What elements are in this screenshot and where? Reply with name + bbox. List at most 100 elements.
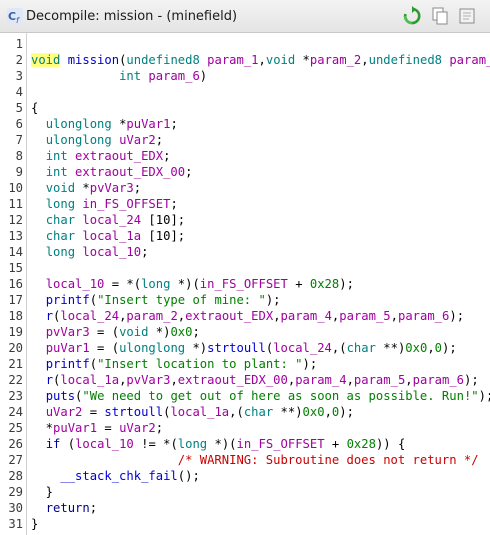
code-token[interactable]: r <box>46 309 53 323</box>
code-text[interactable]: r(local_24,param_2,extraout_EDX,param_4,… <box>31 308 464 324</box>
code-token[interactable] <box>31 133 46 147</box>
code-token[interactable]: ; <box>90 501 97 515</box>
code-token[interactable]: ); <box>339 405 354 419</box>
code-token[interactable]: void <box>31 53 61 67</box>
code-token[interactable]: ; <box>192 325 199 339</box>
code-token[interactable] <box>68 149 75 163</box>
code-token[interactable]: 0x0 <box>405 341 427 355</box>
code-text[interactable]: uVar2 = strtoull(local_1a,(char **)0x0,0… <box>31 404 354 420</box>
snapshot-icon[interactable] <box>458 6 478 26</box>
code-token[interactable]: local_1a <box>82 229 141 243</box>
code-token[interactable]: ( <box>60 437 75 451</box>
code-token[interactable]: return <box>46 501 90 515</box>
code-token[interactable]: ; <box>170 197 177 211</box>
code-token[interactable]: ; <box>141 245 148 259</box>
code-token[interactable]: ; <box>134 181 141 195</box>
code-text[interactable]: void *pvVar3; <box>31 180 141 196</box>
code-token[interactable] <box>31 437 46 451</box>
code-token[interactable]: *)( <box>207 437 236 451</box>
code-line[interactable]: 30 return; <box>0 500 490 516</box>
code-token[interactable] <box>31 69 119 83</box>
code-token[interactable]: ,( <box>332 341 347 355</box>
code-token[interactable]: , <box>273 309 280 323</box>
code-token[interactable]: "We need to get out of here as soon as p… <box>82 389 478 403</box>
code-token[interactable]: local_1a <box>60 373 119 387</box>
code-token[interactable]: local_1a <box>170 405 229 419</box>
code-token[interactable]: = <box>97 421 119 435</box>
code-token[interactable]: = ( <box>90 325 119 339</box>
code-line[interactable]: 21 printf("Insert location to plant: "); <box>0 356 490 372</box>
code-token[interactable]: ); <box>442 341 457 355</box>
code-token[interactable] <box>31 389 46 403</box>
code-token[interactable]: strtoull <box>104 405 163 419</box>
code-token[interactable]: ( <box>90 357 97 371</box>
code-token[interactable]: param_6 <box>398 309 449 323</box>
code-text[interactable]: local_10 = *(long *)(in_FS_OFFSET + 0x28… <box>31 276 354 292</box>
code-text[interactable]: pvVar3 = (void *)0x0; <box>31 324 200 340</box>
code-token[interactable]: ( <box>90 293 97 307</box>
code-token[interactable]: param_4 <box>281 309 332 323</box>
code-text[interactable]: /* WARNING: Subroutine does not return *… <box>31 452 479 468</box>
code-token[interactable]: 0 <box>435 341 442 355</box>
code-token[interactable]: **) <box>376 341 405 355</box>
code-token[interactable]: "Insert type of mine: " <box>97 293 266 307</box>
code-token[interactable]: ; <box>156 421 163 435</box>
code-token[interactable]: [10]; <box>141 229 185 243</box>
code-token[interactable]: int <box>46 149 68 163</box>
code-token[interactable]: ); <box>479 389 490 403</box>
code-token[interactable]: pvVar3 <box>90 181 134 195</box>
code-token[interactable]: ; <box>163 149 170 163</box>
code-text[interactable]: int extraout_EDX; <box>31 148 171 164</box>
code-token[interactable]: extraout_EDX_00 <box>178 373 288 387</box>
code-token[interactable]: char <box>244 405 273 419</box>
code-token[interactable]: void <box>119 325 148 339</box>
code-token[interactable]: , <box>427 341 434 355</box>
code-token[interactable]: , <box>259 53 266 67</box>
code-token[interactable]: ); <box>303 357 318 371</box>
code-token[interactable]: long <box>46 245 75 259</box>
code-token[interactable]: ); <box>339 277 354 291</box>
code-line[interactable]: 22 r(local_1a,pvVar3,extraout_EDX_00,par… <box>0 372 490 388</box>
code-token[interactable]: in_FS_OFFSET <box>200 277 288 291</box>
code-token[interactable]: * <box>75 181 89 195</box>
code-token[interactable]: ulonglong <box>46 117 112 131</box>
code-token[interactable]: extraout_EDX <box>75 149 163 163</box>
code-token[interactable] <box>31 277 46 291</box>
code-line[interactable]: 14 long local_10; <box>0 244 490 260</box>
code-token[interactable]: = *( <box>104 277 141 291</box>
code-text[interactable]: printf("Insert location to plant: "); <box>31 356 318 372</box>
code-token[interactable]: ) <box>200 69 207 83</box>
code-token[interactable]: != *( <box>134 437 178 451</box>
code-text[interactable]: char local_1a [10]; <box>31 228 185 244</box>
code-token[interactable]: "Insert location to plant: " <box>97 357 302 371</box>
code-token[interactable]: local_24 <box>60 309 119 323</box>
code-token[interactable]: = ( <box>90 341 119 355</box>
code-token[interactable] <box>112 133 119 147</box>
code-text[interactable]: { <box>31 100 38 116</box>
code-line[interactable]: 13 char local_1a [10]; <box>0 228 490 244</box>
code-token[interactable]: in_FS_OFFSET <box>237 437 325 451</box>
code-text[interactable]: if (local_10 != *(long *)(in_FS_OFFSET +… <box>31 436 406 452</box>
code-token[interactable]: uVar2 <box>119 133 156 147</box>
refresh-icon[interactable] <box>402 6 422 26</box>
code-line[interactable]: 8 int extraout_EDX; <box>0 148 490 164</box>
code-token[interactable]: extraout_EDX <box>185 309 273 323</box>
code-token[interactable]: , <box>325 405 332 419</box>
code-token[interactable]: , <box>347 373 354 387</box>
code-token[interactable]: local_10 <box>82 245 141 259</box>
code-token[interactable]: /* WARNING: Subroutine does not return *… <box>178 453 479 467</box>
code-token[interactable] <box>31 469 60 483</box>
code-token[interactable]: if <box>46 437 61 451</box>
code-line[interactable]: 18 r(local_24,param_2,extraout_EDX,param… <box>0 308 490 324</box>
code-token[interactable]: param_5 <box>339 309 390 323</box>
code-text[interactable]: __stack_chk_fail(); <box>31 468 199 484</box>
code-token[interactable]: pvVar3 <box>126 373 170 387</box>
code-token[interactable]: )) { <box>376 437 405 451</box>
code-token[interactable]: undefined8 <box>369 53 442 67</box>
code-token[interactable]: local_24 <box>273 341 332 355</box>
code-token[interactable]: + <box>288 277 310 291</box>
code-line[interactable]: 15 <box>0 260 490 276</box>
code-token[interactable]: param_2 <box>310 53 361 67</box>
code-text[interactable]: long local_10; <box>31 244 149 260</box>
code-token[interactable]: param_6 <box>413 373 464 387</box>
